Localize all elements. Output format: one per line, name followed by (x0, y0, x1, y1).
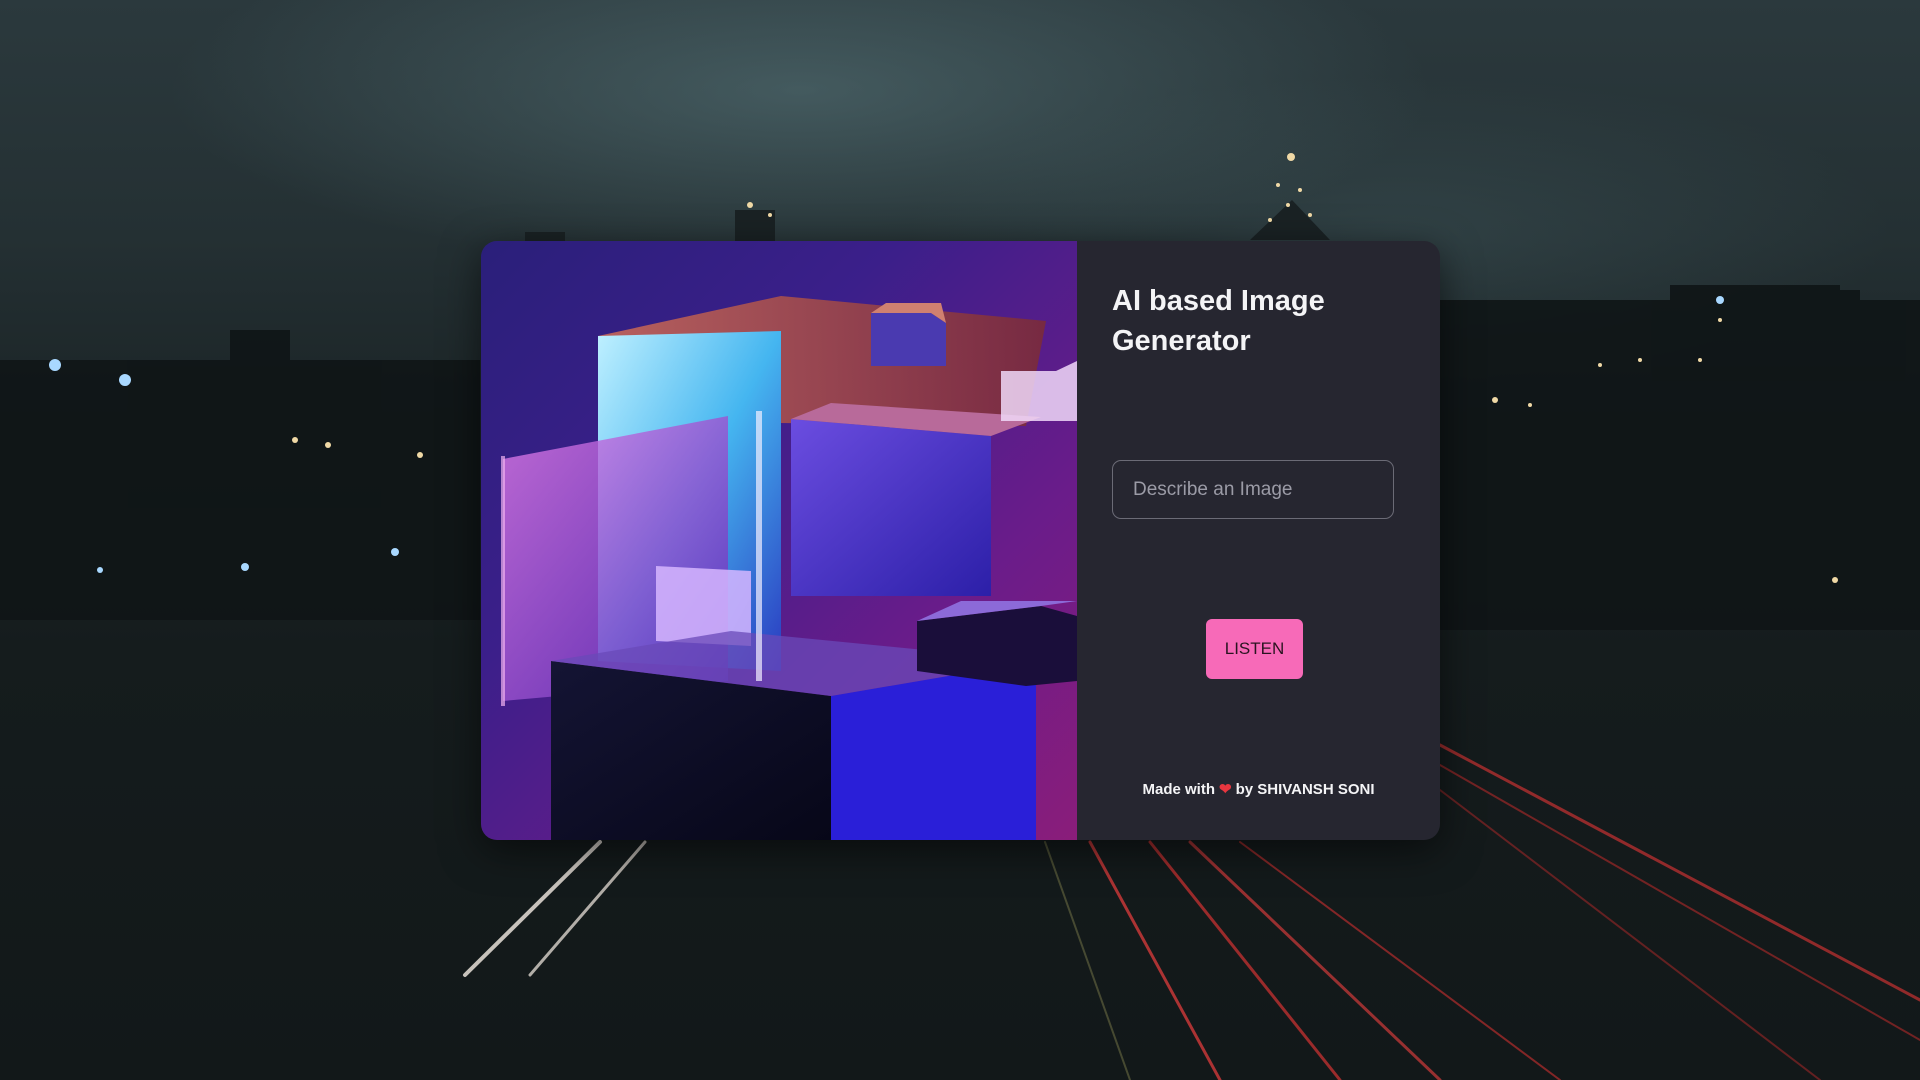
abstract-cubes-image (481, 241, 1077, 840)
generator-panel: AI based Image Generator LISTEN Made wit… (1077, 241, 1440, 840)
listen-button[interactable]: LISTEN (1206, 619, 1303, 679)
generator-card: AI based Image Generator LISTEN Made wit… (481, 241, 1440, 840)
footer-credit: Made with ❤ by SHIVANSH SONI (1077, 780, 1440, 798)
describe-image-input[interactable] (1112, 460, 1394, 519)
author-credit-text: by SHIVANSH SONI (1235, 781, 1375, 798)
heart-icon: ❤ (1219, 781, 1232, 798)
cubes-illustration (501, 296, 1077, 840)
page-title: AI based Image Generator (1112, 285, 1325, 357)
made-with-text: Made with (1142, 781, 1215, 798)
